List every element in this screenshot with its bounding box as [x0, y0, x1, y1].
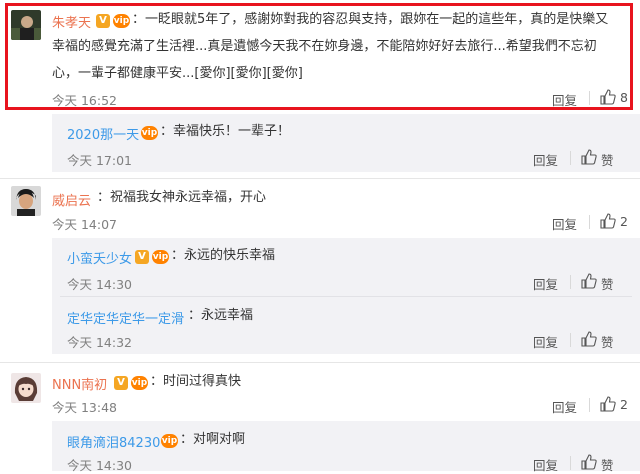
reply-time: 今天 14:32: [67, 335, 132, 350]
comment-text: ：祝福我女神永远幸福，开心: [97, 190, 267, 205]
reply-button[interactable]: 回复: [533, 332, 558, 351]
avatar[interactable]: [11, 373, 41, 403]
verified-badge-icon: V: [114, 376, 128, 390]
vip-badge-icon: vip: [131, 376, 148, 390]
reply-username[interactable]: 定华定华定华一定滑: [67, 308, 184, 327]
action-divider: [589, 398, 590, 412]
comment-username[interactable]: 朱孝天: [52, 12, 91, 31]
comment-username[interactable]: NNN南初: [52, 374, 107, 393]
comment-time: 今天 16:52: [52, 93, 117, 108]
comment-username[interactable]: 威启云: [52, 190, 91, 209]
reply-time: 今天 14:30: [67, 458, 132, 473]
reply-button[interactable]: 回复: [533, 150, 558, 169]
reply-username[interactable]: 小蛮夭少女: [67, 248, 132, 267]
vip-badge-icon: vip: [141, 126, 158, 140]
comment-text-line-1: ：一眨眼就5年了，感謝妳對我的容忍與支持，跟妳在一起的這些年，真的是快樂又: [132, 12, 609, 27]
thumbs-up-icon[interactable]: [581, 273, 597, 289]
comment-text: ：时间过得真快: [150, 374, 242, 389]
avatar[interactable]: [11, 186, 41, 216]
reply-username[interactable]: 眼角滴泪84230: [67, 432, 160, 451]
vip-badge-icon: vip: [161, 434, 178, 448]
vip-badge-icon: vip: [113, 14, 130, 28]
action-divider: [570, 456, 571, 470]
comment-time: 今天 13:48: [52, 400, 117, 415]
reply-button[interactable]: 回复: [552, 397, 577, 416]
action-divider: [570, 275, 571, 289]
verified-badge-icon: V: [135, 250, 149, 264]
divider: [0, 362, 640, 363]
thumbs-up-icon[interactable]: [600, 213, 616, 229]
reply-text: ：对啊对啊: [180, 432, 246, 447]
reply-time: 今天 14:30: [67, 277, 132, 292]
like-count: 2: [620, 214, 628, 229]
divider: [60, 296, 632, 297]
reply-text: ：永远幸福: [188, 308, 254, 323]
thumbs-up-icon[interactable]: [581, 454, 597, 470]
like-label[interactable]: 赞: [601, 274, 614, 293]
reply-text: ：幸福快乐！一辈子！: [160, 124, 291, 139]
like-count: 2: [620, 397, 628, 412]
like-count: 8: [620, 90, 628, 105]
like-label[interactable]: 赞: [601, 455, 614, 474]
comment-text-line-3: 心，一輩子都健康平安...[愛你][愛你][愛你]: [52, 66, 303, 81]
comment-time: 今天 14:07: [52, 217, 117, 232]
thumbs-up-icon[interactable]: [581, 149, 597, 165]
reply-text: ：永远的快乐幸福: [171, 248, 276, 263]
vip-badge-icon: vip: [152, 250, 169, 264]
reply-time: 今天 17:01: [67, 153, 132, 168]
action-divider: [589, 91, 590, 105]
divider: [0, 178, 640, 179]
reply-button[interactable]: 回复: [552, 214, 577, 233]
like-label[interactable]: 赞: [601, 150, 614, 169]
action-divider: [570, 333, 571, 347]
thumbs-up-icon[interactable]: [581, 331, 597, 347]
thumbs-up-icon[interactable]: [600, 89, 616, 105]
avatar[interactable]: [11, 10, 41, 40]
reply-button[interactable]: 回复: [552, 90, 577, 109]
reply-button[interactable]: 回复: [533, 274, 558, 293]
like-label[interactable]: 赞: [601, 332, 614, 351]
action-divider: [570, 151, 571, 165]
reply-button[interactable]: 回复: [533, 455, 558, 474]
action-divider: [589, 215, 590, 229]
comment-text-line-2: 幸福的感覺充滿了生活裡...真是遺憾今天我不在妳身邊，不能陪妳好好去旅行...希…: [52, 39, 597, 54]
thumbs-up-icon[interactable]: [600, 396, 616, 412]
verified-badge-icon: V: [96, 14, 110, 28]
reply-username[interactable]: 2020那一天: [67, 124, 139, 143]
